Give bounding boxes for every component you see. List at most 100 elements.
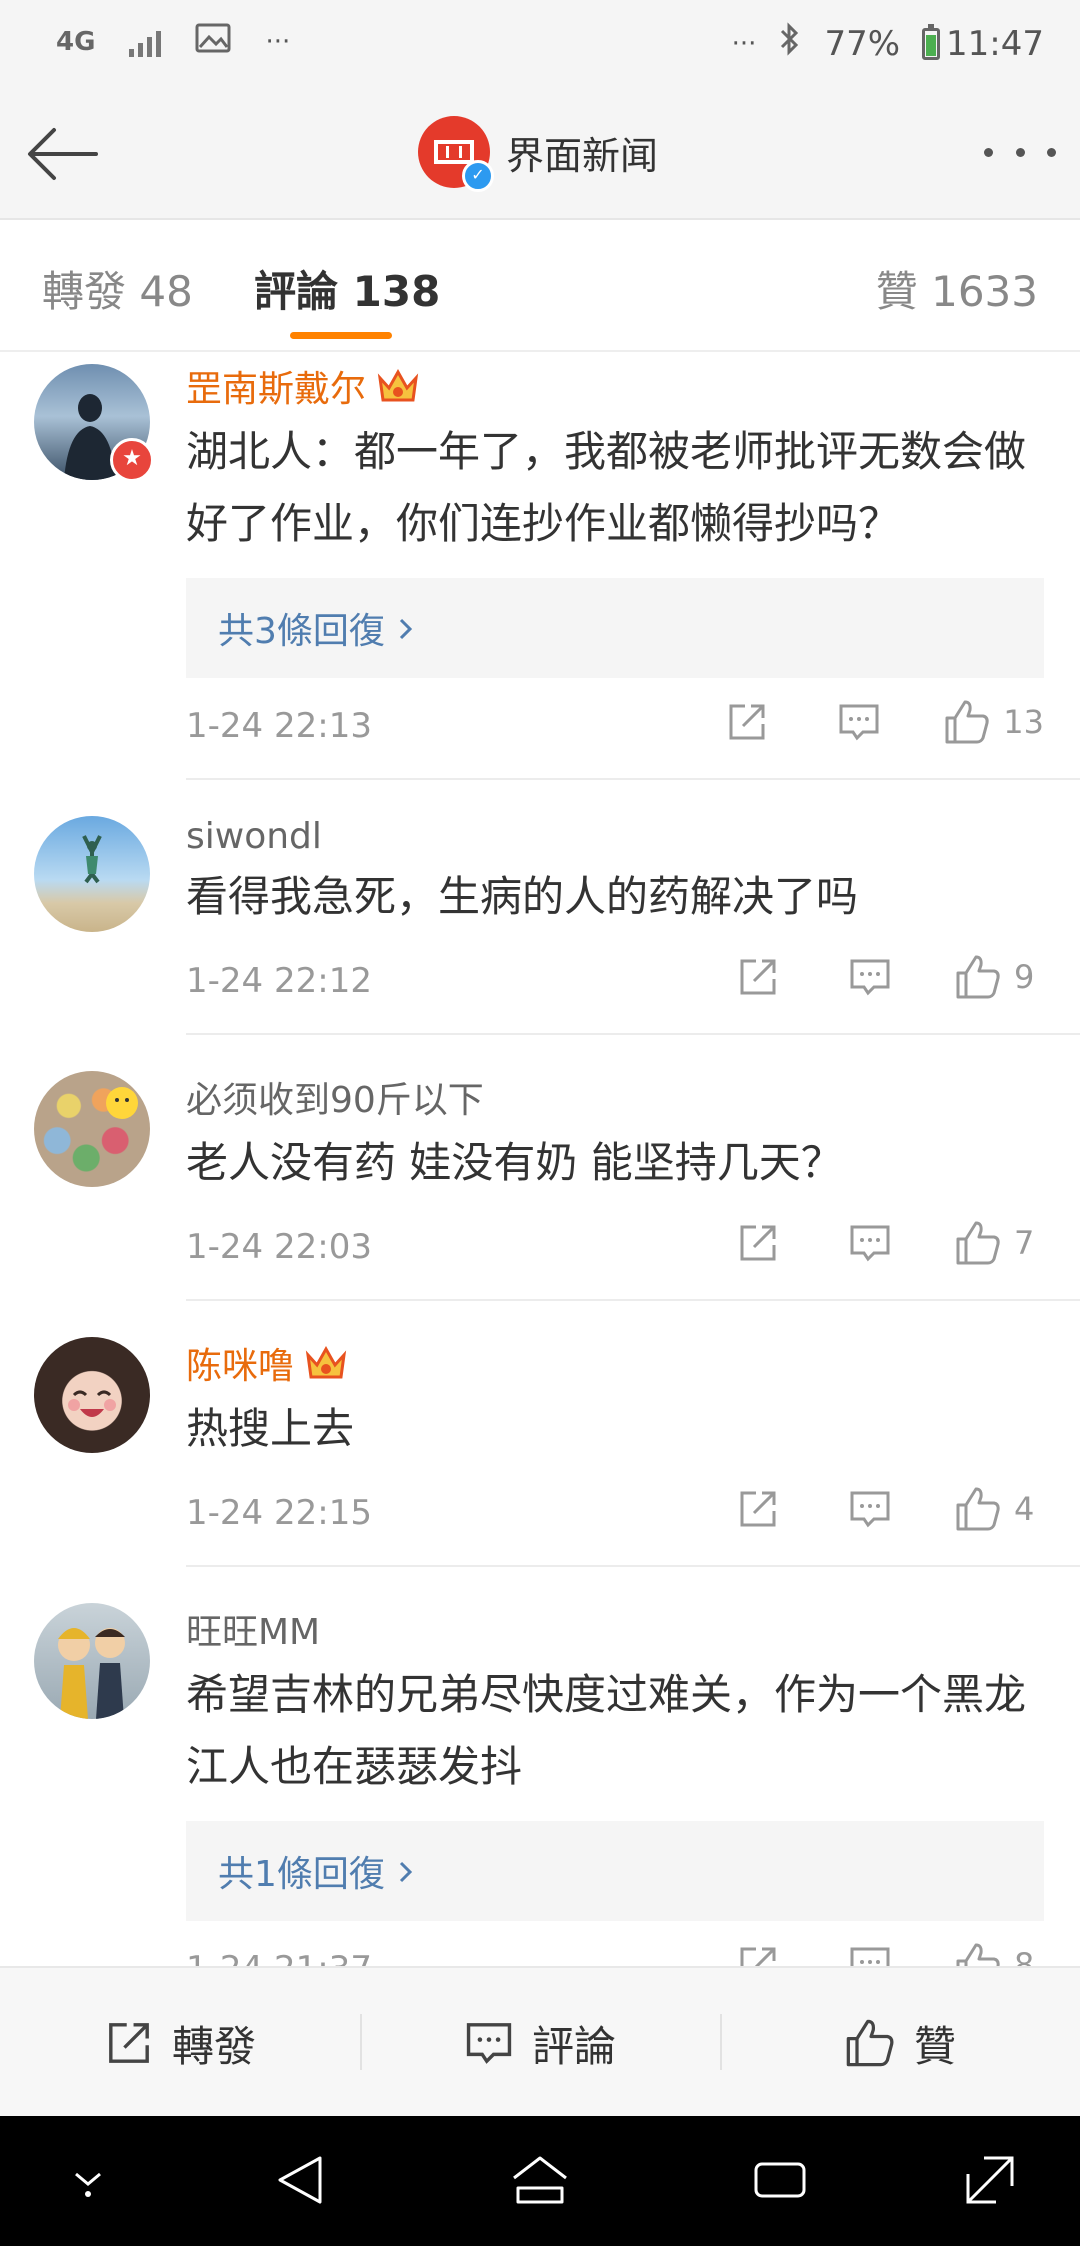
avatar[interactable] [34, 1337, 150, 1453]
comment-icon [839, 704, 879, 741]
share-button[interactable] [736, 1943, 780, 1966]
battery-percent: 77% [824, 23, 901, 64]
chevron-down-icon [75, 2172, 101, 2197]
like-button[interactable]: 13 [943, 698, 1044, 746]
comment-item: 必须收到90斤以下 老人没有药 娃没有奶 能坚持几天？ 1-24 22:03 7 [34, 1035, 1080, 1301]
reply-button[interactable] [848, 955, 892, 999]
bluetooth-icon [778, 22, 802, 65]
repost-label: 轉發 [171, 2021, 256, 2071]
system-nav-bar [0, 2116, 1080, 2246]
gallery-icon [195, 22, 231, 62]
comment-text: 老人没有药 娃没有奶 能坚持几天？ [186, 1138, 843, 1187]
status-bar: 4G ··· ··· 77% 11:47 [0, 0, 1080, 90]
comment-item: siwondl 看得我急死，生病的人的药解决了吗 1-24 22:12 9 [34, 780, 1080, 1035]
comment-icon [850, 1491, 890, 1528]
comment-author[interactable]: 旺旺MM [186, 1603, 320, 1655]
tab-comment[interactable]: 評論 138 [254, 258, 440, 319]
network-indicator: 4G [56, 27, 96, 57]
like-count: 9 [1014, 958, 1035, 996]
like-label: 贊 [913, 2021, 956, 2071]
comment-icon [850, 1225, 890, 1262]
thumbs-up-icon [846, 2019, 894, 2067]
status-overflow-right: ··· [731, 28, 757, 59]
active-tab-indicator [290, 332, 392, 339]
avatar[interactable] [34, 816, 150, 932]
comment-time: 1-24 22:15 [186, 1493, 372, 1533]
comment-time: 1-24 22:12 [186, 961, 372, 1001]
nav-bar: ✓ 界面新闻 [0, 90, 1080, 220]
share-icon [740, 1225, 776, 1261]
triangle-back-icon [278, 2156, 322, 2204]
more-options-button[interactable] [984, 132, 1056, 172]
share-button[interactable] [736, 1487, 780, 1531]
replies-link[interactable]: 共3條回復 [186, 578, 1044, 678]
clock: 11:47 [946, 23, 1044, 64]
tab-like[interactable]: 贊 1633 [876, 258, 1038, 319]
comment-text: 热搜上去 [186, 1404, 355, 1453]
share-button[interactable] [736, 1221, 780, 1265]
comment-author[interactable]: siwondl [186, 816, 322, 857]
avatar[interactable] [34, 1603, 150, 1719]
share-icon [740, 1947, 776, 1966]
comment-author[interactable]: 必须收到90斤以下 [186, 1071, 484, 1123]
comment-icon [850, 959, 890, 996]
account-logo: ✓ [418, 116, 494, 192]
comment-time: 1-24 22:13 [186, 706, 372, 746]
like-button[interactable]: 9 [954, 953, 1044, 1001]
user-badge-icon: ★ [110, 438, 154, 482]
share-icon [740, 959, 776, 995]
back-button[interactable] [22, 114, 112, 194]
avatar[interactable] [34, 1071, 150, 1187]
comment-button[interactable]: 評論 [360, 1968, 720, 2118]
thumbs-up-icon [956, 1221, 1000, 1265]
like-post-button[interactable]: 贊 [720, 1968, 1080, 2118]
page-title: 界面新闻 [506, 133, 659, 178]
comment-list[interactable]: ★ 罡南斯戴尔 湖北人：都一年了，我都被老师批评无数会做好了作业，你们连抄作业都… [0, 352, 1080, 1966]
tab-repost[interactable]: 轉發 48 [42, 258, 193, 319]
expand-icon [966, 2156, 1014, 2204]
comment-author[interactable]: 罡南斯戴尔 [186, 360, 366, 412]
comment-text: 希望吉林的兄弟尽快度过难关，作为一个黑龙江人也在瑟瑟发抖 [186, 1670, 1027, 1791]
reply-button[interactable] [848, 1221, 892, 1265]
like-button[interactable]: 4 [954, 1485, 1044, 1533]
recents-nav-button[interactable] [752, 2152, 808, 2212]
like-count: 7 [1014, 1224, 1035, 1262]
battery-icon [922, 23, 941, 60]
comment-text: 湖北人：都一年了，我都被老师批评无数会做好了作业，你们连抄作业都懒得抄吗？ [186, 427, 1027, 548]
battery-level [926, 35, 937, 56]
replies-label: 共3條回復 [218, 611, 385, 652]
verified-badge-icon: ✓ [462, 160, 494, 192]
chevron-right-icon [399, 608, 413, 649]
recents-icon [754, 2162, 806, 2198]
thumbs-up-icon [956, 1943, 1000, 1966]
comment-text: 看得我急死，生病的人的药解决了吗 [186, 872, 859, 921]
share-icon [729, 704, 765, 740]
repost-button[interactable]: 轉發 [0, 1968, 360, 2118]
home-icon [513, 2156, 567, 2204]
like-count: 13 [1003, 703, 1044, 741]
hide-keyboard-button[interactable] [68, 2152, 108, 2212]
comment-author[interactable]: 陈咪噜 [186, 1337, 294, 1389]
replies-link[interactable]: 共1條回復 [186, 1821, 1044, 1921]
thumbs-up-icon [945, 700, 989, 744]
back-nav-button[interactable] [274, 2152, 326, 2212]
thumbs-up-icon [956, 955, 1000, 999]
reply-button[interactable] [837, 700, 881, 744]
tab-bar: 轉發 48 評論 138 贊 1633 [0, 220, 1080, 352]
home-nav-button[interactable] [510, 2152, 570, 2212]
expand-nav-button[interactable] [962, 2152, 1018, 2212]
share-icon [740, 1491, 776, 1527]
share-button[interactable] [725, 700, 769, 744]
reply-button[interactable] [848, 1487, 892, 1531]
chevron-right-icon [399, 1851, 413, 1892]
share-button[interactable] [736, 955, 780, 999]
like-button[interactable]: 7 [954, 1219, 1044, 1267]
reply-button[interactable] [848, 1943, 892, 1966]
like-button[interactable]: 8 [954, 1941, 1044, 1966]
comment-icon [850, 1947, 890, 1966]
comment-icon [466, 2023, 512, 2064]
comment-label: 評論 [531, 2021, 616, 2071]
bottom-toolbar: 轉發 評論 贊 [0, 1966, 1080, 2118]
account-header[interactable]: ✓ 界面新闻 [418, 116, 659, 192]
comment-item: 陈咪噜 热搜上去 1-24 22:15 4 [34, 1301, 1080, 1567]
